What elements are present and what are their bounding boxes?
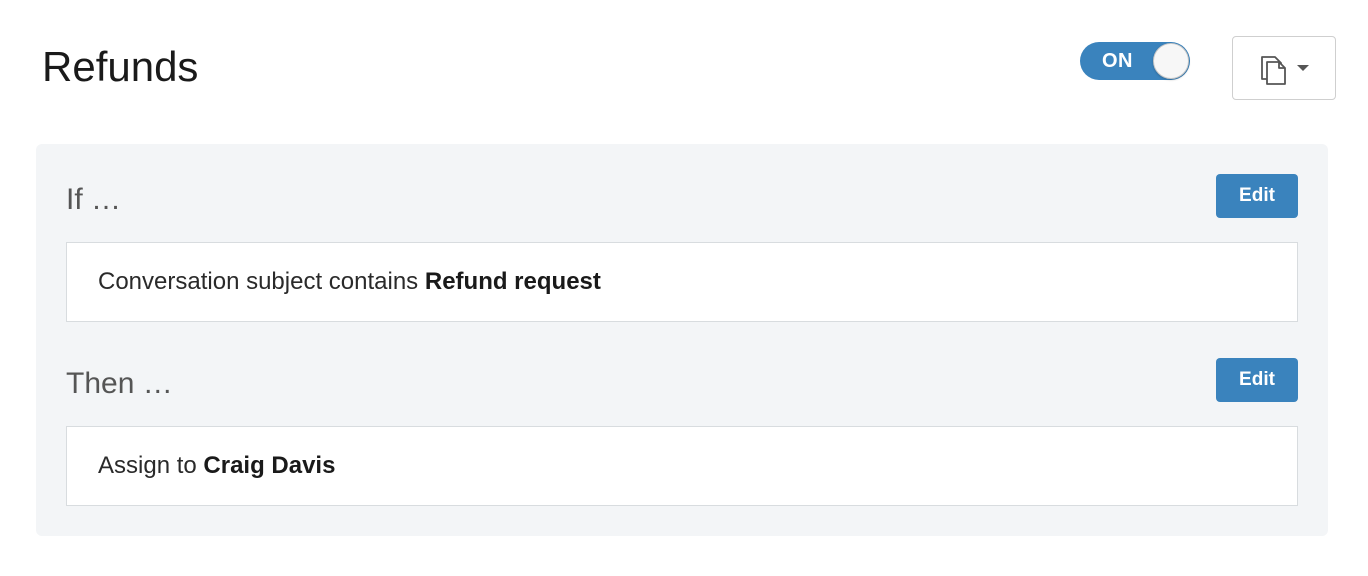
copy-dropdown-button[interactable] [1232,36,1336,100]
action-box: Assign to Craig Davis [66,426,1298,506]
if-heading: If … [66,183,122,216]
toggle-knob [1153,43,1189,79]
condition-value: Refund request [424,268,601,295]
rule-panel: If … Edit Conversation subject contains … [36,144,1328,536]
copy-icon [1261,56,1286,85]
caret-down-icon [1297,65,1309,71]
action-value: Craig Davis [203,452,336,479]
page-title: Refunds [42,43,199,90]
condition-box: Conversation subject contains Refund req… [66,242,1298,322]
condition-text: Conversation subject contains [98,268,425,295]
then-heading: Then … [66,367,173,400]
edit-if-button[interactable]: Edit [1216,174,1298,218]
on-off-toggle[interactable]: ON [1080,42,1190,80]
toggle-label: ON [1102,50,1133,72]
action-text: Assign to [98,452,204,479]
edit-then-button[interactable]: Edit [1216,358,1298,402]
